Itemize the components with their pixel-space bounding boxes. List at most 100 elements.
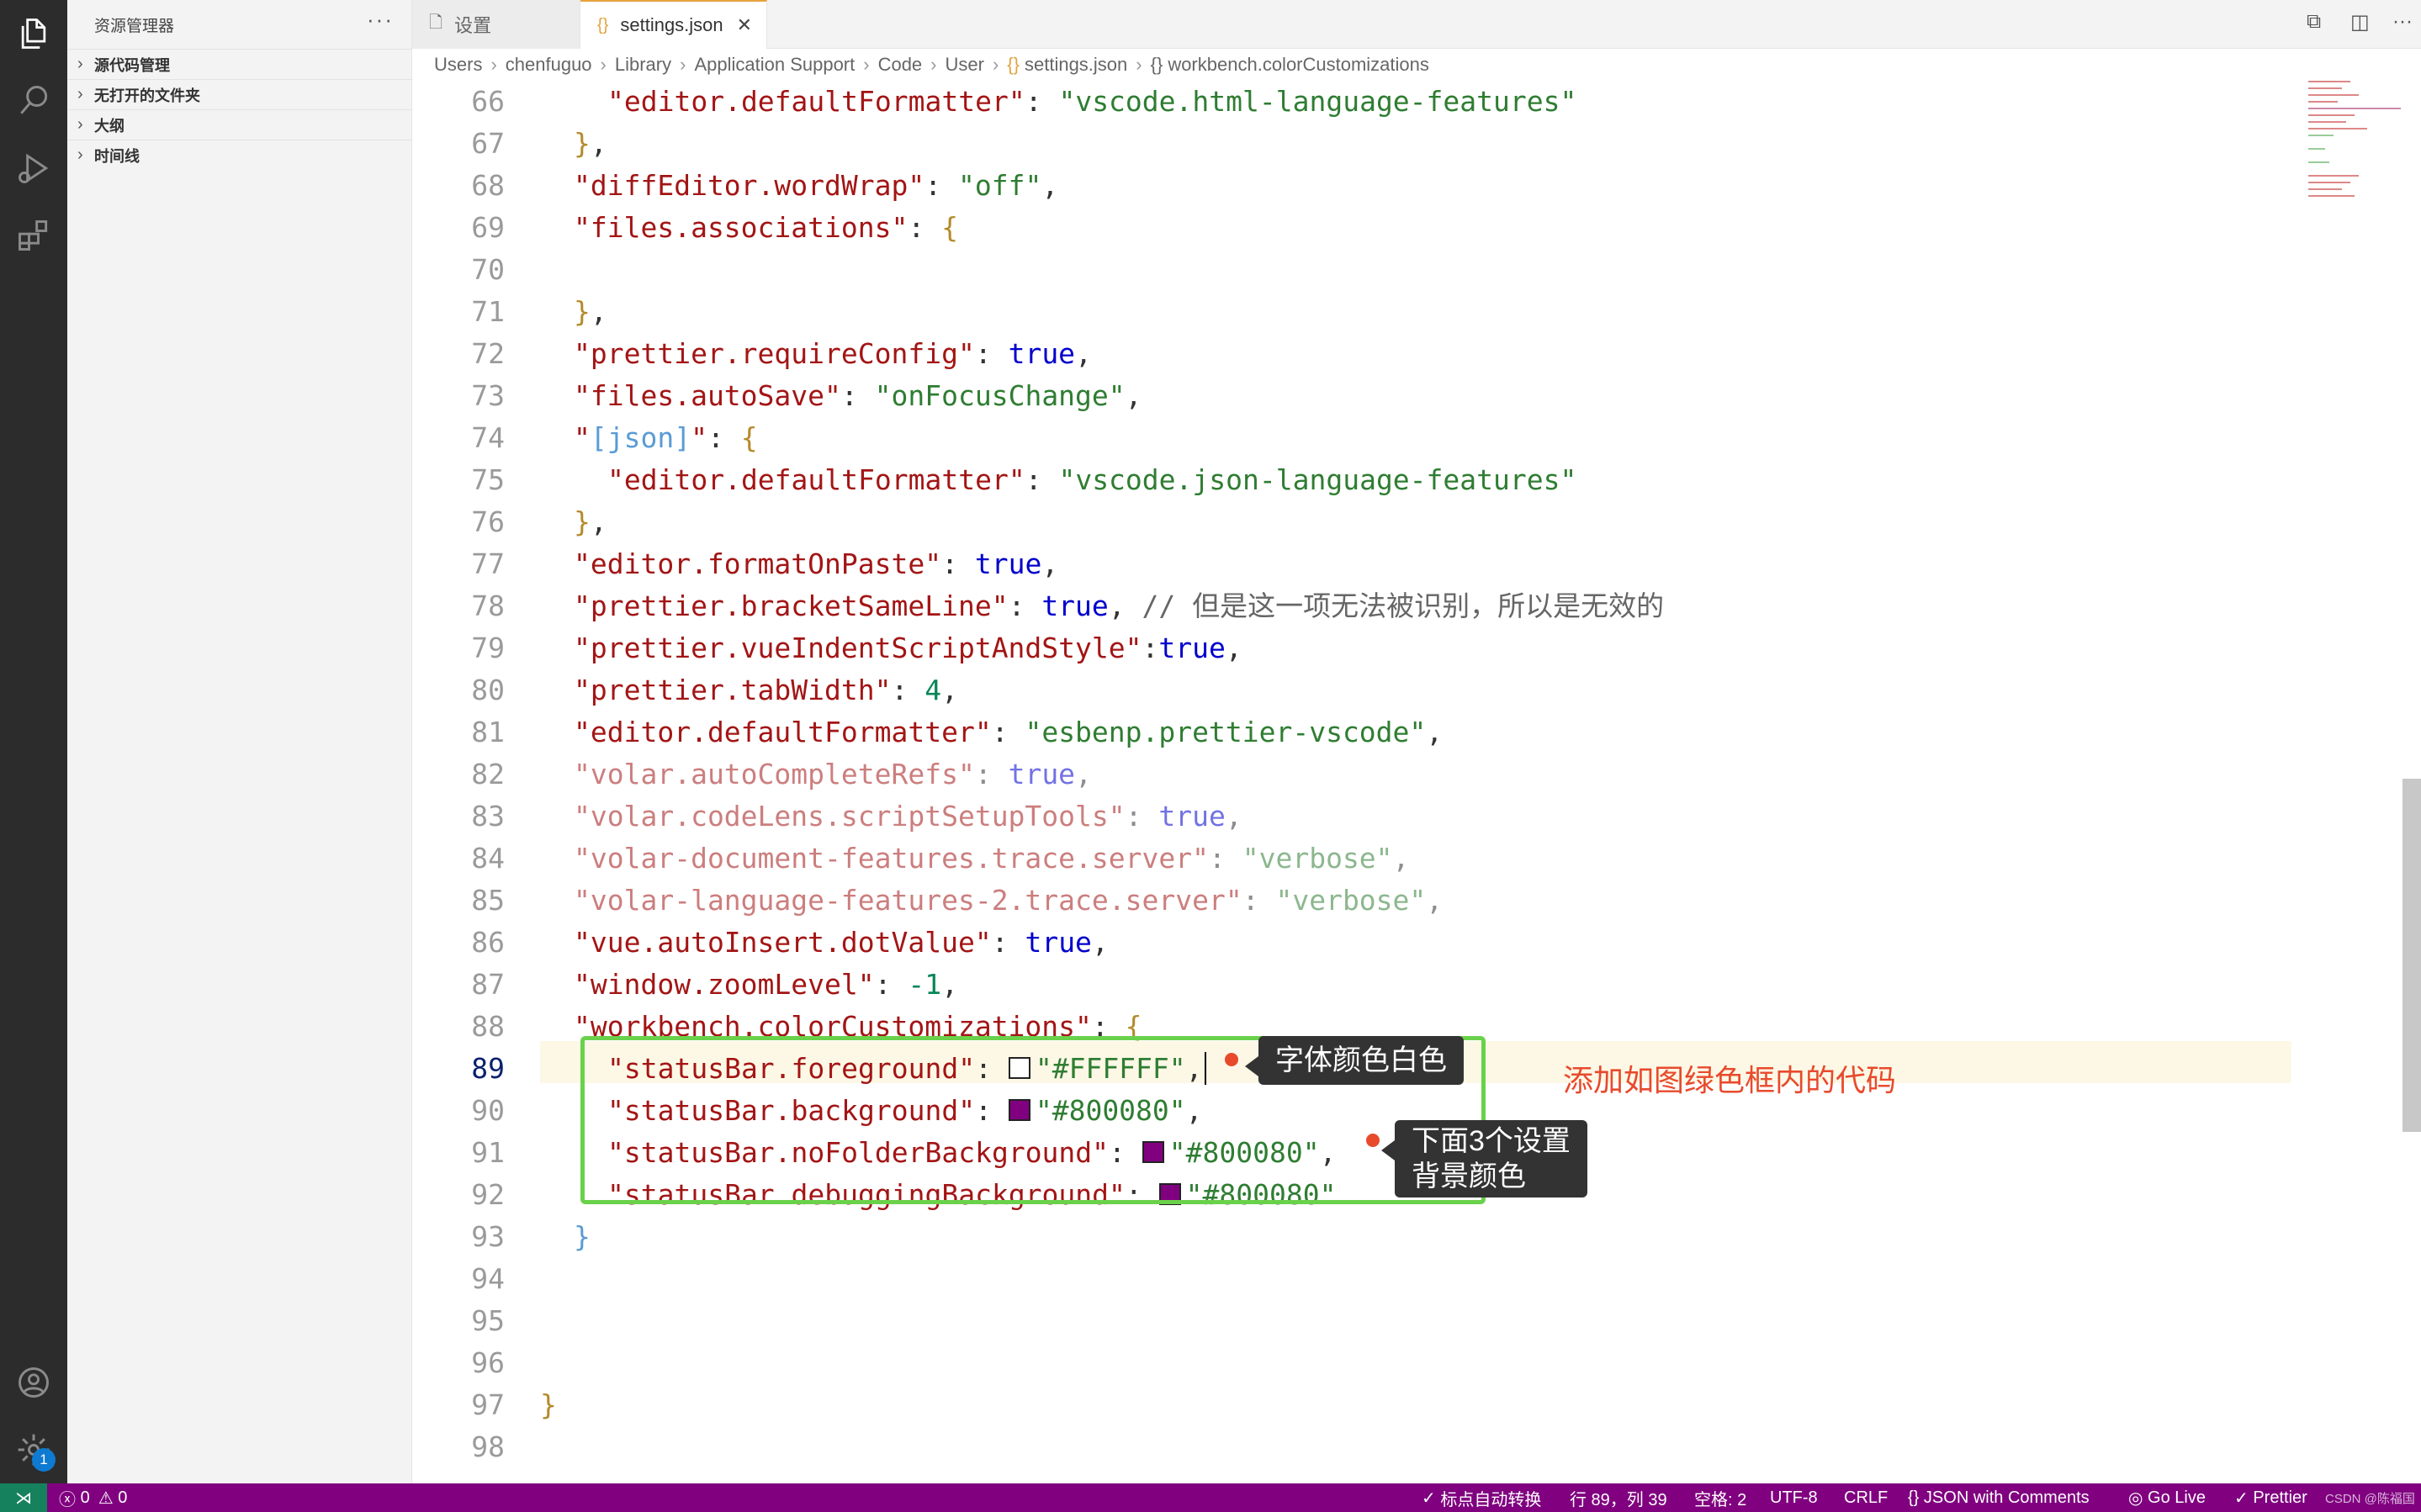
code-line: "editor.defaultFormatter": "vscode.html-… bbox=[607, 85, 1577, 118]
broadcast-icon: ◎ bbox=[2128, 1488, 2148, 1508]
tab-label: settings.json bbox=[620, 14, 723, 35]
code-line: "files.associations": { bbox=[574, 211, 958, 244]
line-number: 97 bbox=[471, 1388, 505, 1421]
sidebar-section-source-control[interactable]: › 源代码管理 bbox=[67, 49, 412, 79]
breadcrumb-item[interactable]: Application Support bbox=[694, 54, 855, 76]
tab-settings[interactable]: 🗋 设置 bbox=[412, 0, 580, 49]
extensions-icon[interactable] bbox=[13, 215, 54, 256]
go-live-button[interactable]: ◎ Go Live bbox=[2128, 1483, 2206, 1512]
minimap[interactable] bbox=[2308, 81, 2401, 249]
tab-bar: 🗋 设置 {} settings.json ✕ ⧉ ◫ ··· bbox=[412, 0, 2421, 49]
code-line: "volar-document-features.trace.server": … bbox=[574, 842, 1410, 875]
code-line: "[json]": { bbox=[574, 421, 758, 454]
indentation[interactable]: 空格: 2 bbox=[1694, 1483, 1746, 1512]
check-double-icon: ✓ bbox=[2234, 1488, 2254, 1508]
more-actions-icon[interactable]: ··· bbox=[2392, 10, 2413, 34]
line-number: 96 bbox=[471, 1346, 505, 1379]
code-line: "prettier.bracketSameLine": true, // 但是这… bbox=[574, 589, 1665, 622]
breadcrumb-item[interactable]: User bbox=[946, 54, 984, 76]
search-icon[interactable] bbox=[13, 81, 54, 121]
object-braces-icon: {} bbox=[1150, 54, 1163, 75]
code-line: }, bbox=[574, 295, 607, 328]
line-number: 69 bbox=[471, 211, 505, 244]
breadcrumb-item[interactable]: Users bbox=[434, 54, 482, 76]
line-number: 95 bbox=[471, 1304, 505, 1337]
explorer-icon[interactable] bbox=[13, 13, 54, 54]
breadcrumb: Users › chenfuguo › Library › Application S… bbox=[434, 54, 1429, 76]
red-dot-marker bbox=[1225, 1053, 1238, 1066]
code-line: "prettier.vueIndentScriptAndStyle":true, bbox=[574, 632, 1242, 664]
activity-bar: 1 bbox=[0, 0, 67, 1483]
line-number: 91 bbox=[471, 1136, 505, 1169]
language-mode[interactable]: {} JSON with Comments bbox=[1908, 1483, 2090, 1512]
open-changes-icon[interactable]: ⧉ bbox=[2307, 10, 2321, 34]
line-number: 94 bbox=[471, 1262, 505, 1295]
tooltip-line: 下面3个设置 bbox=[1412, 1125, 1571, 1157]
code-line: "files.autoSave": "onFocusChange", bbox=[574, 379, 1142, 412]
close-icon[interactable]: ✕ bbox=[737, 14, 752, 36]
encoding[interactable]: UTF-8 bbox=[1770, 1483, 1818, 1512]
json-braces-icon: {} bbox=[1007, 54, 1020, 75]
line-number: 88 bbox=[471, 1010, 505, 1043]
sidebar-section-label: 无打开的文件夹 bbox=[94, 87, 200, 104]
code-line: }, bbox=[574, 505, 607, 538]
code-editor[interactable]: 66 67 68 69 70 71 72 73 74 75 76 77 78 7… bbox=[412, 81, 2421, 1483]
line-number: 84 bbox=[471, 842, 505, 875]
explorer-sidebar: 资源管理器 ··· › 源代码管理 › 无打开的文件夹 › 大纲 › 时间线 bbox=[67, 0, 412, 1483]
line-number: 85 bbox=[471, 884, 505, 917]
line-number: 74 bbox=[471, 421, 505, 454]
tab-label: 设置 bbox=[454, 15, 492, 36]
language-label: JSON with Comments bbox=[1923, 1488, 2090, 1507]
line-number: 71 bbox=[471, 295, 505, 328]
code-line: "vue.autoInsert.dotValue": true, bbox=[574, 926, 1109, 959]
code-line: "diffEditor.wordWrap": "off", bbox=[574, 169, 1059, 202]
punct-label: 标点自动转换 bbox=[1440, 1490, 1542, 1509]
account-icon[interactable] bbox=[13, 1362, 54, 1403]
line-number: 73 bbox=[471, 379, 505, 412]
line-number: 86 bbox=[471, 926, 505, 959]
vertical-scrollbar[interactable] bbox=[2402, 779, 2421, 1132]
remote-indicator-icon[interactable]: ⋊ bbox=[0, 1483, 47, 1512]
breadcrumb-item[interactable]: Code bbox=[878, 54, 923, 76]
chevron-right-icon: › bbox=[77, 55, 83, 73]
code-line: "editor.formatOnPaste": true, bbox=[574, 547, 1059, 580]
chevron-right-icon: › bbox=[77, 115, 83, 134]
more-actions-icon[interactable]: ··· bbox=[367, 7, 394, 33]
breadcrumb-item[interactable]: chenfuguo bbox=[506, 54, 592, 76]
json-braces-icon: {} bbox=[597, 15, 609, 34]
line-number: 90 bbox=[471, 1094, 505, 1127]
line-number: 81 bbox=[471, 716, 505, 748]
tab-settings-json[interactable]: {} settings.json ✕ bbox=[580, 0, 767, 49]
code-line: "editor.defaultFormatter": "vscode.json-… bbox=[607, 463, 1577, 496]
annotation-note: 添加如图绿色框内的代码 bbox=[1563, 1063, 1897, 1097]
line-number: 68 bbox=[471, 169, 505, 202]
prettier-status[interactable]: ✓ Prettier bbox=[2234, 1483, 2307, 1512]
sidebar-section-no-folder[interactable]: › 无打开的文件夹 bbox=[67, 79, 412, 109]
prettier-label: Prettier bbox=[2253, 1488, 2307, 1507]
line-number: 66 bbox=[471, 85, 505, 118]
breadcrumb-item[interactable]: settings.json bbox=[1025, 54, 1127, 76]
line-number: 92 bbox=[471, 1178, 505, 1211]
line-number: 70 bbox=[471, 253, 505, 286]
error-count: 0 bbox=[80, 1488, 90, 1507]
breadcrumb-item[interactable]: workbench.colorCustomizations bbox=[1168, 54, 1429, 76]
run-debug-icon[interactable] bbox=[13, 148, 54, 188]
code-line: } bbox=[540, 1388, 557, 1421]
split-editor-icon[interactable]: ◫ bbox=[2350, 10, 2370, 34]
code-line: "volar.autoCompleteRefs": true, bbox=[574, 758, 1092, 790]
sidebar-section-label: 时间线 bbox=[94, 147, 140, 165]
problems-indicator[interactable]: ⓧ 0 ⚠ 0 bbox=[59, 1483, 127, 1512]
tooltip-background: 下面3个设置 背景颜色 bbox=[1381, 1120, 1587, 1197]
line-number: 87 bbox=[471, 968, 505, 1001]
tooltip-foreground: 字体颜色白色 bbox=[1245, 1036, 1464, 1085]
sidebar-section-timeline[interactable]: › 时间线 bbox=[67, 140, 412, 170]
code-line: "window.zoomLevel": -1, bbox=[574, 968, 958, 1001]
cursor-position[interactable]: 行 89，列 39 bbox=[1570, 1483, 1667, 1512]
end-of-line[interactable]: CRLF bbox=[1844, 1483, 1888, 1512]
sidebar-title: 资源管理器 bbox=[94, 18, 175, 35]
line-number: 93 bbox=[471, 1220, 505, 1253]
breadcrumb-item[interactable]: Library bbox=[615, 54, 671, 76]
file-icon: 🗋 bbox=[429, 13, 443, 32]
punct-convert-item[interactable]: ✓ 标点自动转换 bbox=[1422, 1483, 1541, 1512]
sidebar-section-outline[interactable]: › 大纲 bbox=[67, 109, 412, 140]
